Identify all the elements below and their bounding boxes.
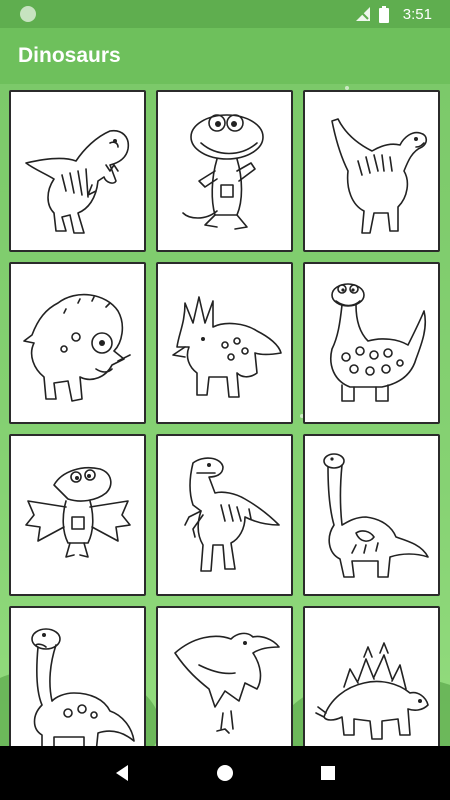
- coloring-page-grid: [9, 90, 440, 746]
- brachiosaurus-drawing: [322, 453, 429, 578]
- spotted-longneck-drawing: [329, 283, 426, 402]
- gallery-background: [0, 84, 450, 746]
- home-icon: [216, 765, 233, 781]
- sauropod-drawing: [330, 118, 427, 234]
- app-bar: Dinosaurs: [0, 28, 450, 84]
- coloring-page-card[interactable]: [9, 90, 146, 252]
- coloring-page-card[interactable]: [303, 434, 440, 596]
- status-time: 3:51: [402, 5, 432, 23]
- app-title: Dinosaurs: [18, 44, 121, 67]
- coloring-page-card[interactable]: [303, 90, 440, 252]
- diplodocus-drawing: [30, 628, 135, 746]
- coloring-page-card[interactable]: [303, 606, 440, 746]
- coloring-page-card[interactable]: [303, 262, 440, 424]
- recents-icon: [321, 766, 336, 780]
- coloring-page-card[interactable]: [156, 262, 293, 424]
- navigation-bar: [0, 746, 450, 800]
- styracosaurus-drawing: [171, 296, 282, 398]
- coloring-page-card[interactable]: [156, 90, 293, 252]
- back-button[interactable]: [102, 753, 142, 793]
- recents-button[interactable]: [308, 753, 348, 793]
- signal-icon: [355, 7, 370, 21]
- notification-dot-icon: [20, 6, 36, 22]
- battery-icon: [378, 5, 389, 23]
- back-icon: [115, 765, 128, 781]
- coloring-page-card[interactable]: [156, 434, 293, 596]
- coloring-page-card[interactable]: [9, 606, 146, 746]
- pteranodon-drawing: [173, 632, 280, 734]
- triceratops-drawing: [22, 293, 131, 402]
- coloring-page-card[interactable]: [156, 606, 293, 746]
- raptor-drawing: [183, 457, 280, 572]
- smiling-dino-drawing: [181, 114, 264, 230]
- status-icons: 3:51: [355, 5, 432, 23]
- status-bar: 3:51: [0, 0, 450, 28]
- pterodactyl-drawing: [24, 467, 131, 558]
- coloring-page-card[interactable]: [9, 434, 146, 596]
- stegosaurus-drawing: [314, 642, 429, 740]
- coloring-page-card[interactable]: [9, 262, 146, 424]
- home-button[interactable]: [205, 753, 245, 793]
- t-rex-drawing: [24, 129, 129, 234]
